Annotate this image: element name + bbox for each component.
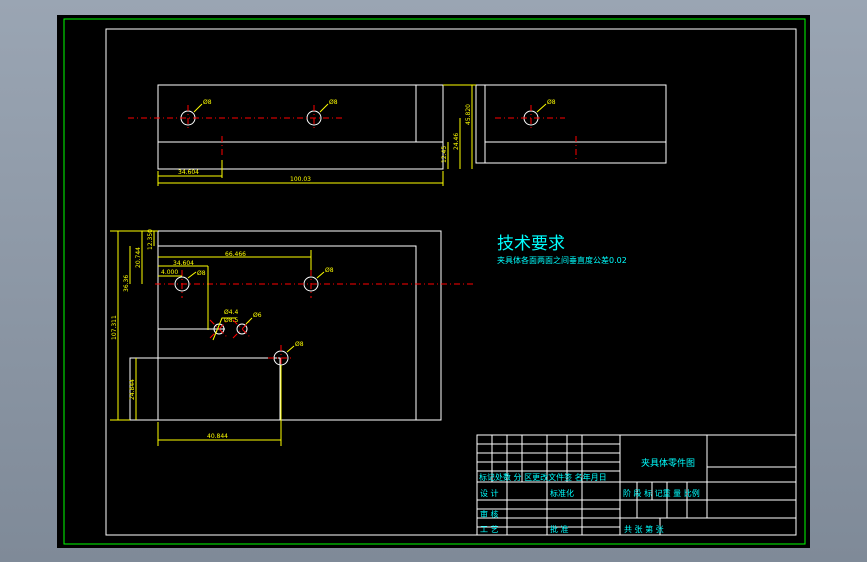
dim-34: 34.604 bbox=[178, 169, 199, 176]
tb-review: 审 核 bbox=[480, 509, 499, 519]
dim-66: 66.466 bbox=[225, 251, 246, 258]
sheet-background bbox=[57, 15, 810, 548]
dim-hole-d: Ø6 bbox=[253, 312, 262, 319]
tb-sheet-info: 共 张 第 张 bbox=[624, 524, 664, 534]
cad-drawing-canvas[interactable]: Ø8 Ø8 Ø8 34.604 100.03 12.45 24.46 45.82… bbox=[0, 0, 867, 562]
dim-20: 20.744 bbox=[135, 247, 142, 268]
tb-row-labels: 标记处数 分 区更改文件签 名年月日 bbox=[479, 472, 607, 482]
dim-side-hole: Ø8 bbox=[547, 99, 556, 106]
tb-approve: 批 准 bbox=[550, 524, 569, 534]
cad-viewport[interactable]: Ø8 Ø8 Ø8 34.604 100.03 12.45 24.46 45.82… bbox=[0, 0, 867, 562]
dim-hole-c: Ø4.4 bbox=[224, 309, 238, 316]
tb-process: 工 艺 bbox=[480, 525, 499, 534]
dim-34-front: 34.604 bbox=[173, 260, 194, 267]
tech-req-line-1: 夹具体各面两面之间垂直度公差0.02 bbox=[497, 255, 627, 265]
dim-107: 107.311 bbox=[111, 315, 118, 340]
dim-hole-e: Ø8 bbox=[295, 341, 304, 348]
tech-req-title: 技术要求 bbox=[497, 234, 565, 254]
dim-24: 24.46 bbox=[453, 133, 460, 150]
tb-drawing-name: 夹具体零件图 bbox=[641, 457, 695, 469]
dim-hole-a: Ø8 bbox=[197, 270, 206, 277]
dim-hole-c2: Ø8.5 bbox=[224, 317, 238, 324]
dim-100: 100.03 bbox=[290, 176, 311, 183]
dim-40: 40.844 bbox=[207, 433, 228, 440]
dim-36: 36.36 bbox=[123, 275, 130, 292]
dim-top-hole-2: Ø8 bbox=[329, 99, 338, 106]
dim-45: 45.820 bbox=[465, 104, 472, 125]
tb-stage-labels: 阶 段 标 记重 量 比例 bbox=[623, 488, 700, 498]
dim-4: 4.000 bbox=[161, 269, 178, 276]
dim-24-844: 24.844 bbox=[129, 379, 136, 400]
dim-hole-b: Ø8 bbox=[325, 267, 334, 274]
tb-design: 设 计 bbox=[480, 488, 499, 498]
dim-12: 12.45 bbox=[441, 146, 448, 163]
tb-standardize: 标准化 bbox=[550, 488, 574, 498]
dim-12-350: 12.350 bbox=[147, 229, 154, 250]
dim-top-hole-1: Ø8 bbox=[203, 99, 212, 106]
